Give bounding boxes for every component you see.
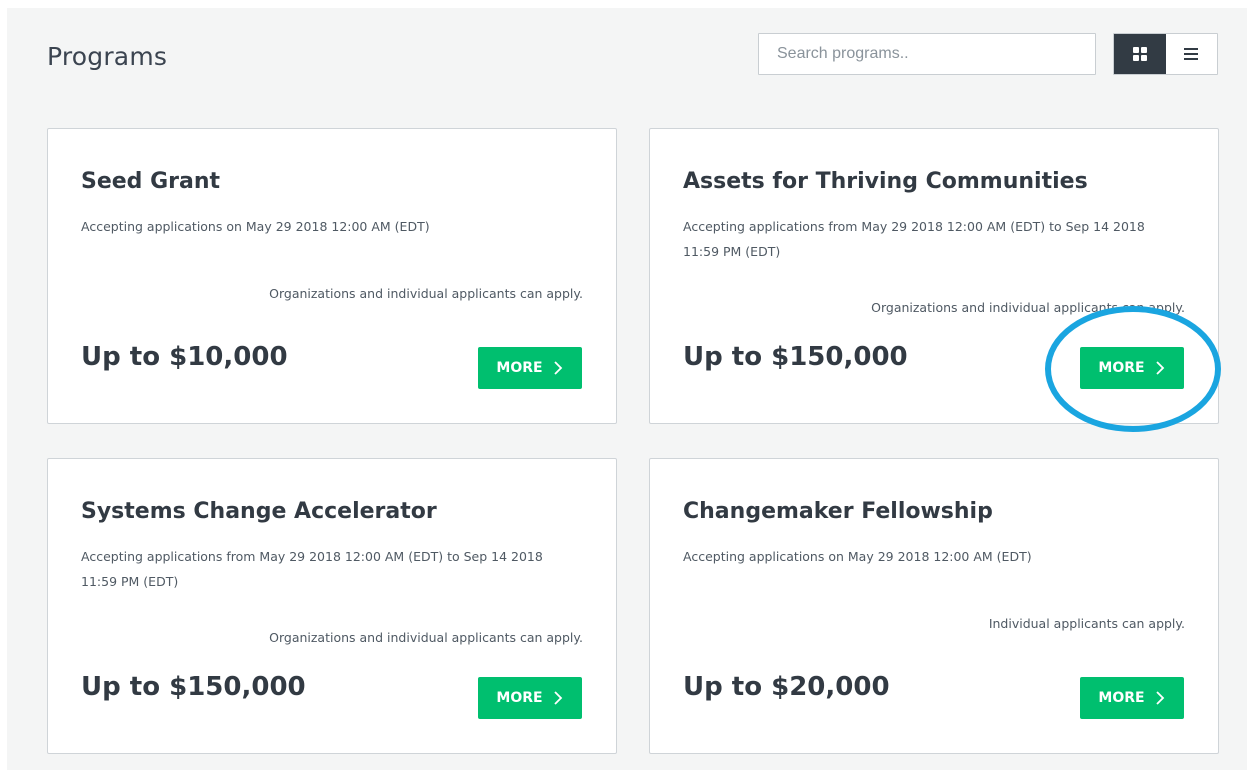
- list-icon: [1184, 48, 1199, 60]
- chevron-right-icon: [1155, 691, 1164, 705]
- programs-page: Programs Seed Grant Accepting applicatio…: [7, 8, 1247, 770]
- view-toggle: [1113, 33, 1218, 75]
- program-amount: Up to $150,000: [81, 672, 306, 702]
- program-card: Seed Grant Accepting applications on May…: [47, 128, 617, 424]
- program-title: Seed Grant: [81, 169, 221, 194]
- program-card: Changemaker Fellowship Accepting applica…: [649, 458, 1219, 754]
- program-title: Changemaker Fellowship: [683, 499, 993, 524]
- program-amount: Up to $150,000: [683, 342, 908, 372]
- more-button-label: MORE: [496, 690, 543, 706]
- grid-view-button[interactable]: [1114, 34, 1166, 74]
- program-eligibility: Organizations and individual applicants …: [269, 286, 583, 301]
- program-eligibility: Organizations and individual applicants …: [269, 630, 583, 645]
- program-card: Assets for Thriving Communities Acceptin…: [649, 128, 1219, 424]
- more-button[interactable]: MORE: [478, 677, 582, 719]
- program-title: Assets for Thriving Communities: [683, 169, 1088, 194]
- chevron-right-icon: [553, 691, 562, 705]
- grid-icon: [1132, 47, 1147, 61]
- page-title: Programs: [47, 42, 168, 71]
- chevron-right-icon: [1155, 361, 1164, 375]
- program-eligibility: Organizations and individual applicants …: [871, 300, 1185, 315]
- more-button-label: MORE: [1098, 690, 1145, 706]
- list-view-button[interactable]: [1165, 34, 1217, 74]
- more-button-label: MORE: [496, 360, 543, 376]
- more-button[interactable]: MORE: [1080, 677, 1184, 719]
- program-eligibility: Individual applicants can apply.: [988, 616, 1185, 631]
- program-dates: Accepting applications from May 29 2018 …: [683, 219, 1145, 259]
- more-button-label: MORE: [1098, 360, 1145, 376]
- program-dates: Accepting applications on May 29 2018 12…: [81, 219, 430, 234]
- chevron-right-icon: [553, 361, 562, 375]
- program-card: Systems Change Accelerator Accepting app…: [47, 458, 617, 754]
- program-title: Systems Change Accelerator: [81, 499, 437, 524]
- program-amount: Up to $20,000: [683, 672, 890, 702]
- more-button[interactable]: MORE: [478, 347, 582, 389]
- program-dates: Accepting applications on May 29 2018 12…: [683, 549, 1032, 564]
- program-dates: Accepting applications from May 29 2018 …: [81, 549, 543, 589]
- search-input[interactable]: [758, 33, 1096, 75]
- more-button[interactable]: MORE: [1080, 347, 1184, 389]
- program-amount: Up to $10,000: [81, 342, 288, 372]
